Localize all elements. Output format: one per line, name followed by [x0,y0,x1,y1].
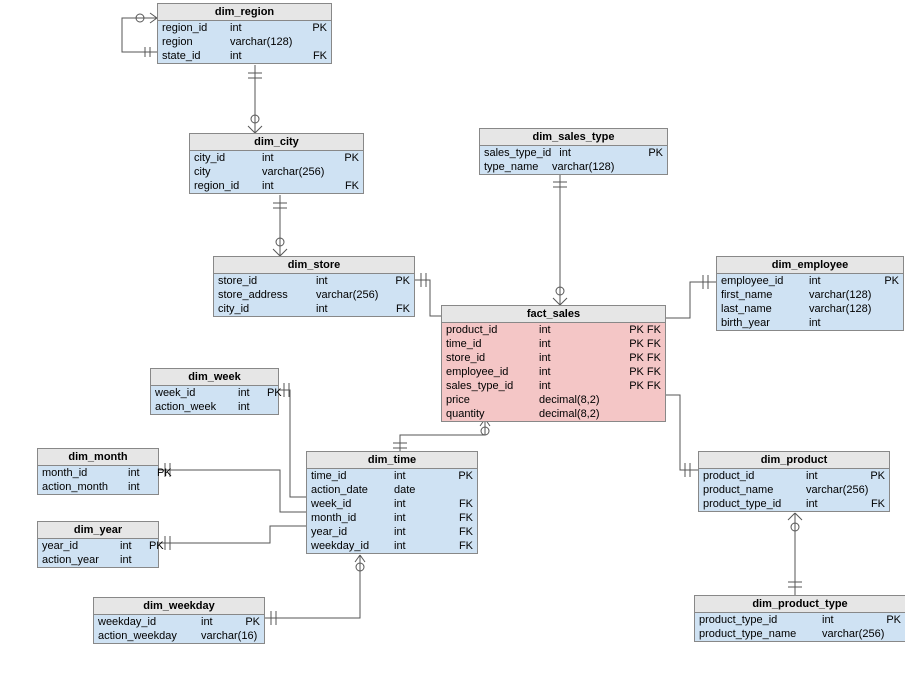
column-row[interactable]: weekday_idintFK [307,539,477,553]
column-row[interactable]: year_idintPK [38,539,158,553]
column-row[interactable]: last_namevarchar(128) [717,302,903,316]
entity-dim-employee[interactable]: dim_employee employee_idintPK first_name… [716,256,904,331]
column-row[interactable]: action_weekdayvarchar(16) [94,629,264,643]
entity-title: dim_sales_type [480,129,667,146]
entity-title: dim_product [699,452,889,469]
entity-dim-store[interactable]: dim_store store_idintPK store_addressvar… [213,256,415,317]
column-row[interactable]: month_idintPK [38,466,158,480]
entity-dim-week[interactable]: dim_week week_idintPK action_weekint [150,368,279,415]
column-row[interactable]: action_monthint [38,480,158,494]
entity-dim-sales-type[interactable]: dim_sales_type sales_type_idintPK type_n… [479,128,668,175]
entity-title: dim_month [38,449,158,466]
column-row[interactable]: month_idintFK [307,511,477,525]
column-row[interactable]: product_type_namevarchar(256) [695,627,905,641]
entity-title: dim_store [214,257,414,274]
column-row[interactable]: cityvarchar(256) [190,165,363,179]
column-row[interactable]: employee_idintPK [717,274,903,288]
entity-dim-weekday[interactable]: dim_weekday weekday_idintPK action_weekd… [93,597,265,644]
column-row[interactable]: action_datedate [307,483,477,497]
column-row[interactable]: type_namevarchar(128) [480,160,667,174]
column-row[interactable]: store_addressvarchar(256) [214,288,414,302]
column-row[interactable]: week_idintPK [151,386,278,400]
column-row[interactable]: product_type_idintFK [699,497,889,511]
column-row[interactable]: action_yearint [38,553,158,567]
column-row[interactable]: regionvarchar(128) [158,35,331,49]
column-row[interactable]: product_namevarchar(256) [699,483,889,497]
column-row[interactable]: product_type_idintPK [695,613,905,627]
column-row[interactable]: time_idintPK [307,469,477,483]
column-row[interactable]: store_idintPK [214,274,414,288]
column-row[interactable]: region_idintPK [158,21,331,35]
column-row[interactable]: product_idintPK FK [442,323,665,337]
column-row[interactable]: city_idintPK [190,151,363,165]
column-row[interactable]: time_idintPK FK [442,337,665,351]
column-row[interactable]: product_idintPK [699,469,889,483]
entity-dim-year[interactable]: dim_year year_idintPK action_yearint [37,521,159,568]
entity-title: dim_time [307,452,477,469]
column-row[interactable]: first_namevarchar(128) [717,288,903,302]
entity-title: dim_week [151,369,278,386]
entity-fact-sales[interactable]: fact_sales product_idintPK FK time_idint… [441,305,666,422]
entity-title: dim_city [190,134,363,151]
column-row[interactable]: quantitydecimal(8,2) [442,407,665,421]
column-row[interactable]: store_idintPK FK [442,351,665,365]
entity-title: dim_weekday [94,598,264,615]
column-row[interactable]: employee_idintPK FK [442,365,665,379]
column-row[interactable]: sales_type_idintPK [480,146,667,160]
column-row[interactable]: weekday_idintPK [94,615,264,629]
column-row[interactable]: region_idintFK [190,179,363,193]
column-row[interactable]: city_idintFK [214,302,414,316]
entity-title: fact_sales [442,306,665,323]
entity-title: dim_region [158,4,331,21]
entity-dim-month[interactable]: dim_month month_idintPK action_monthint [37,448,159,495]
column-row[interactable]: birth_yearint [717,316,903,330]
entity-dim-product[interactable]: dim_product product_idintPK product_name… [698,451,890,512]
column-row[interactable]: pricedecimal(8,2) [442,393,665,407]
column-row[interactable]: state_idintFK [158,49,331,63]
column-row[interactable]: sales_type_idintPK FK [442,379,665,393]
entity-title: dim_product_type [695,596,905,613]
entity-title: dim_year [38,522,158,539]
er-diagram-canvas: dim_region region_idintPK regionvarchar(… [0,0,905,698]
entity-title: dim_employee [717,257,903,274]
entity-dim-product-type[interactable]: dim_product_type product_type_idintPK pr… [694,595,905,642]
entity-dim-region[interactable]: dim_region region_idintPK regionvarchar(… [157,3,332,64]
entity-dim-time[interactable]: dim_time time_idintPK action_datedate we… [306,451,478,554]
column-row[interactable]: year_idintFK [307,525,477,539]
column-row[interactable]: week_idintFK [307,497,477,511]
entity-dim-city[interactable]: dim_city city_idintPK cityvarchar(256) r… [189,133,364,194]
column-row[interactable]: action_weekint [151,400,278,414]
